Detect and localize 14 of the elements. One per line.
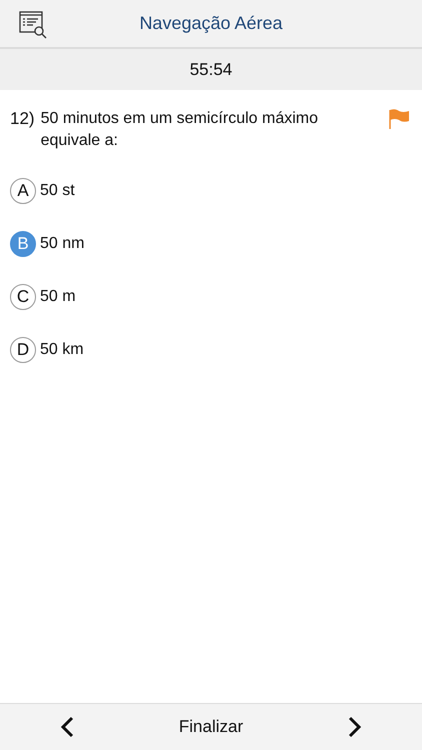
option-letter: A (10, 178, 36, 204)
answer-option[interactable]: B 50 nm (10, 231, 84, 257)
finish-button[interactable]: Finalizar (178, 717, 244, 737)
option-letter: C (10, 284, 36, 310)
list-search-icon[interactable] (18, 9, 48, 39)
option-letter: D (10, 337, 36, 363)
option-letter: B (10, 231, 36, 257)
answer-option[interactable]: A 50 st (10, 178, 75, 204)
question-text: 50 minutos em um semicírculo máximo equivale a: (40, 109, 319, 151)
screen-title: Navegação Aérea (139, 13, 283, 34)
answer-option[interactable]: D 50 km (10, 337, 84, 363)
question-number: 12) (10, 108, 35, 130)
timer: 55:54 (190, 60, 232, 80)
answer-option[interactable]: C 50 m (10, 284, 76, 310)
